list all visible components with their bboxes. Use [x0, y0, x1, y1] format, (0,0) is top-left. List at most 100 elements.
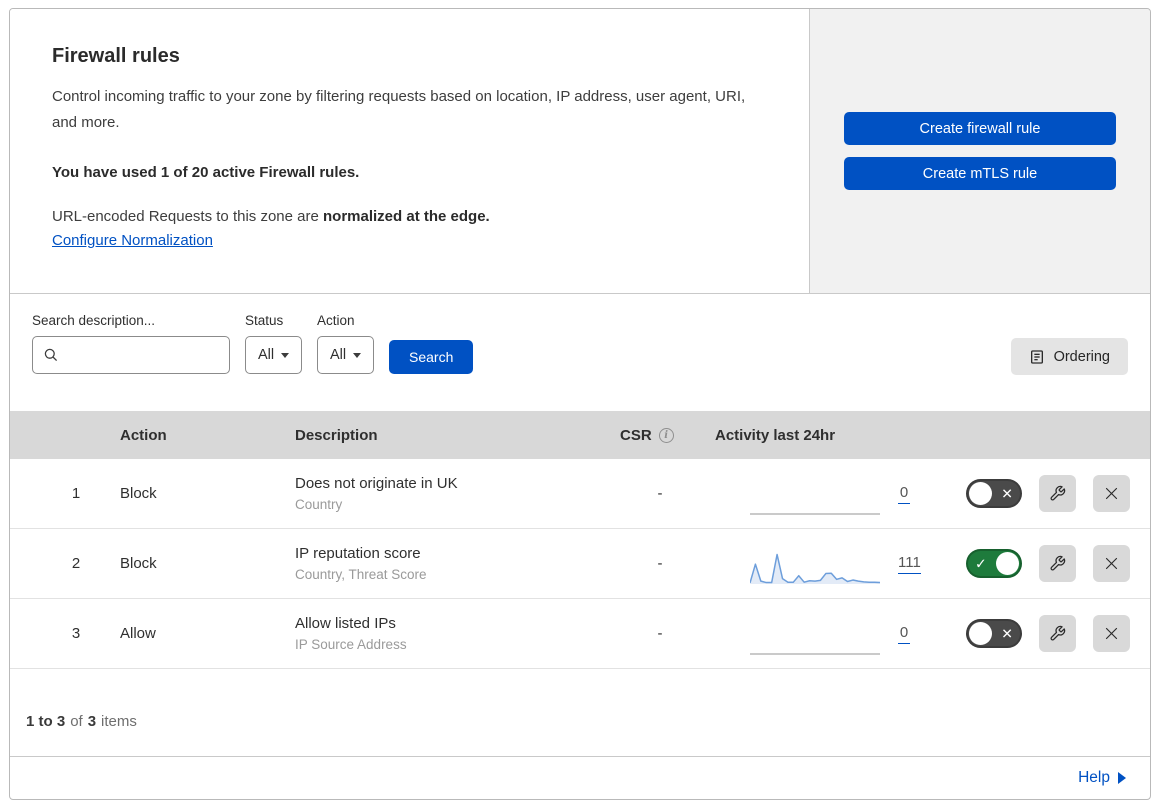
table-header: Action Description CSR i Activity last 2… — [10, 411, 1150, 459]
action-selected-value: All — [329, 347, 347, 363]
rule-csr-value: - — [657, 625, 663, 642]
rule-enabled-toggle[interactable]: ✓ ✕ — [966, 619, 1022, 648]
toggle-knob — [969, 482, 992, 505]
rule-enabled-toggle[interactable]: ✓ ✕ — [966, 479, 1022, 508]
help-label: Help — [1078, 769, 1110, 786]
activity-count-link[interactable]: 111 — [898, 554, 921, 574]
search-button[interactable]: Search — [389, 340, 474, 374]
rule-csr-value: - — [657, 555, 663, 572]
search-icon — [44, 348, 58, 362]
header-section: Firewall rules Control incoming traffic … — [10, 9, 1150, 294]
check-icon: ✓ — [975, 555, 987, 572]
filter-bar: Search description... Status All Action … — [10, 294, 1150, 411]
action-label: Action — [317, 313, 355, 328]
search-label: Search description... — [32, 313, 156, 328]
normalization-text: URL-encoded Requests to this zone are no… — [52, 208, 767, 225]
status-group: Status All — [245, 313, 302, 374]
items-of-label: of — [70, 713, 83, 730]
rule-criteria: Country, Threat Score — [295, 567, 427, 582]
x-icon: ✕ — [1001, 625, 1013, 642]
rule-action: Allow — [120, 625, 156, 642]
status-selected-value: All — [257, 347, 275, 363]
toggle-knob — [996, 552, 1019, 575]
column-action: Action — [120, 426, 167, 444]
rule-controls: ✓ ✕ — [950, 615, 1150, 652]
items-total: 3 — [87, 713, 97, 730]
delete-x-icon — [1105, 487, 1118, 500]
ordering-label: Ordering — [1053, 348, 1110, 365]
create-mtls-rule-button[interactable]: Create mTLS rule — [844, 157, 1116, 190]
rule-activity-cell: 0 — [700, 472, 950, 516]
rule-action: Block — [120, 485, 157, 502]
help-arrow-icon — [1118, 772, 1126, 784]
rule-controls: ✓ ✕ — [950, 545, 1150, 582]
rule-description: IP reputation score — [295, 545, 421, 562]
header-content: Firewall rules Control incoming traffic … — [10, 9, 810, 293]
table-row: 3 Allow Allow listed IPs IP Source Addre… — [10, 599, 1150, 669]
x-icon: ✕ — [1001, 485, 1013, 502]
rule-criteria: IP Source Address — [295, 637, 407, 652]
rule-activity-cell: 111 — [700, 542, 950, 586]
column-description: Description — [295, 426, 378, 444]
rule-enabled-toggle[interactable]: ✓ ✕ — [966, 549, 1022, 578]
wrench-icon — [1050, 485, 1066, 501]
edit-rule-button[interactable] — [1039, 615, 1076, 652]
create-firewall-rule-button[interactable]: Create firewall rule — [844, 112, 1116, 145]
usage-summary: You have used 1 of 20 active Firewall ru… — [52, 163, 360, 181]
items-range: 1 to 3 — [26, 713, 66, 730]
activity-sparkline — [750, 512, 880, 515]
items-label: items — [101, 713, 137, 730]
table-row: 1 Block Does not originate in UK Country… — [10, 459, 1150, 529]
rule-controls: ✓ ✕ — [950, 475, 1150, 512]
firewall-rules-card: Firewall rules Control incoming traffic … — [9, 8, 1151, 800]
edit-rule-button[interactable] — [1039, 475, 1076, 512]
column-csr: CSR i — [620, 427, 700, 444]
rule-action: Block — [120, 555, 157, 572]
ordering-button[interactable]: Ordering — [1010, 338, 1128, 375]
delete-rule-button[interactable] — [1093, 475, 1130, 512]
edit-rule-button[interactable] — [1039, 545, 1076, 582]
search-group: Search description... — [32, 313, 230, 374]
action-group: Action All — [317, 313, 374, 374]
chevron-down-icon — [281, 352, 290, 358]
rule-description: Allow listed IPs — [295, 615, 396, 632]
rule-description: Does not originate in UK — [295, 475, 458, 492]
status-select[interactable]: All — [245, 336, 302, 374]
help-link[interactable]: Help — [1078, 769, 1126, 787]
ordering-list-icon — [1030, 349, 1043, 364]
rule-csr-value: - — [657, 485, 663, 502]
rule-priority: 3 — [71, 625, 81, 642]
info-icon[interactable]: i — [658, 427, 674, 443]
table-row: 2 Block IP reputation score Country, Thr… — [10, 529, 1150, 599]
search-input[interactable] — [66, 347, 219, 363]
rule-criteria: Country — [295, 497, 343, 512]
rule-description-cell: IP reputation score Country, Threat Scor… — [295, 545, 620, 582]
delete-rule-button[interactable] — [1093, 615, 1130, 652]
wrench-icon — [1050, 625, 1066, 641]
normalization-bold: normalized at the edge. — [323, 207, 490, 225]
activity-count-link[interactable]: 0 — [898, 624, 910, 644]
delete-rule-button[interactable] — [1093, 545, 1130, 582]
toggle-knob — [969, 622, 992, 645]
page-title: Firewall rules — [52, 45, 180, 67]
configure-normalization-link[interactable]: Configure Normalization — [52, 232, 213, 249]
delete-x-icon — [1105, 557, 1118, 570]
rule-description-cell: Allow listed IPs IP Source Address — [295, 615, 620, 652]
chevron-down-icon — [353, 352, 362, 358]
action-select[interactable]: All — [317, 336, 374, 374]
search-box[interactable] — [32, 336, 230, 374]
activity-sparkline — [750, 553, 880, 584]
rule-activity-cell: 0 — [700, 612, 950, 656]
column-activity: Activity last 24hr — [715, 426, 836, 444]
wrench-icon — [1050, 555, 1066, 571]
status-label: Status — [245, 313, 284, 328]
page-description: Control incoming traffic to your zone by… — [52, 88, 746, 131]
delete-x-icon — [1105, 627, 1118, 640]
activity-sparkline — [750, 652, 880, 655]
activity-count-link[interactable]: 0 — [898, 484, 910, 504]
actions-panel: Create firewall rule Create mTLS rule — [810, 9, 1150, 293]
normalization-prefix: URL-encoded Requests to this zone are — [52, 207, 323, 225]
pagination-summary: 1 to 3 of 3 items — [10, 669, 1150, 756]
help-bar: Help — [10, 756, 1150, 799]
rule-description-cell: Does not originate in UK Country — [295, 475, 620, 512]
